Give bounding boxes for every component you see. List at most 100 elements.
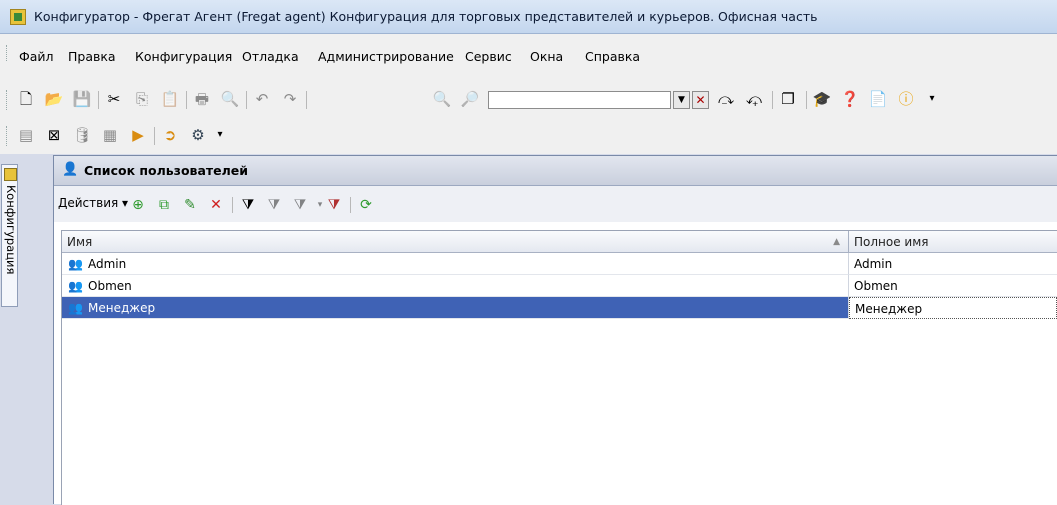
config-window-icon[interactable]: ▤ bbox=[16, 125, 36, 145]
menu-edit[interactable]: Правка bbox=[68, 49, 116, 64]
copy-item-icon[interactable]: ⧉ bbox=[154, 195, 174, 215]
cell-full-name[interactable]: Obmen bbox=[849, 275, 1057, 297]
column-header-name[interactable]: Имя ▲ bbox=[62, 231, 849, 253]
toolbar-more-icon[interactable]: ▾ bbox=[210, 125, 230, 145]
user-full-name: Менеджер bbox=[855, 302, 923, 316]
run-enterprise-icon[interactable]: ➲ bbox=[160, 125, 180, 145]
menu-debug[interactable]: Отладка bbox=[242, 49, 299, 64]
users-icon: 👤 bbox=[62, 162, 79, 177]
toolbar-more-icon[interactable]: ▾ bbox=[922, 89, 942, 109]
toolbar-separator bbox=[98, 91, 99, 109]
panel-title: Список пользователей bbox=[84, 163, 248, 178]
start-debug-icon[interactable]: ▶ bbox=[128, 125, 148, 145]
menu-file[interactable]: Файл bbox=[19, 49, 54, 64]
window-title: Конфигуратор - Фрегат Агент (Fregat agen… bbox=[34, 9, 818, 24]
filter-history-icon[interactable]: ⧩ bbox=[290, 195, 310, 215]
cell-name[interactable]: 👥 Менеджер bbox=[62, 297, 849, 319]
configuration-toolbar: ▤ ⊠ 🛢 ▦ ▶ ➲ ⚙ ▾ bbox=[0, 118, 1057, 154]
edit-icon[interactable]: ✎ bbox=[180, 195, 200, 215]
find-previous-icon[interactable]: ⤽ bbox=[744, 89, 764, 109]
undo-icon[interactable]: ↶ bbox=[252, 89, 272, 109]
users-table: Имя ▲ Полное имя 👥 Admin Admin 👥 Obmen O… bbox=[61, 230, 1057, 505]
toolbar-separator bbox=[186, 91, 187, 109]
help-contents-icon[interactable]: 🎓 bbox=[812, 89, 832, 109]
toolbar-separator bbox=[806, 91, 807, 109]
toolbar-separator bbox=[246, 91, 247, 109]
help-context-icon[interactable]: ❓ bbox=[840, 89, 860, 109]
app-logo-icon bbox=[10, 9, 26, 25]
toolbar-separator bbox=[154, 127, 155, 145]
toolbar-separator bbox=[772, 91, 773, 109]
menu-configuration[interactable]: Конфигурация bbox=[135, 49, 232, 64]
cell-full-name[interactable]: Менеджер bbox=[849, 297, 1057, 319]
sort-ascending-icon: ▲ bbox=[833, 237, 840, 247]
compare-config-icon[interactable]: ⊠ bbox=[44, 125, 64, 145]
table-row[interactable]: 👥 Obmen Obmen bbox=[62, 275, 1057, 297]
filter-by-value-icon[interactable]: ⧩ bbox=[264, 195, 284, 215]
search-input[interactable] bbox=[488, 91, 671, 109]
save-icon[interactable]: 💾 bbox=[72, 89, 92, 109]
user-name: Obmen bbox=[88, 279, 132, 293]
open-folder-icon[interactable]: 📂 bbox=[44, 89, 64, 109]
menu-grip bbox=[6, 45, 10, 61]
actions-menu-button[interactable]: Действия ▾ bbox=[58, 196, 128, 210]
column-header-label: Полное имя bbox=[854, 235, 929, 249]
new-document-icon[interactable]: 🗋 bbox=[16, 89, 36, 109]
toolbar-grip bbox=[6, 126, 10, 146]
clear-filter-icon[interactable]: ⧩ bbox=[324, 195, 344, 215]
database-icon[interactable]: 🛢 bbox=[72, 125, 92, 145]
paste-icon[interactable]: 📋 bbox=[160, 89, 180, 109]
user-icon: 👥 bbox=[68, 301, 83, 315]
menu-service[interactable]: Сервис bbox=[465, 49, 512, 64]
print-preview-icon[interactable]: 🔍 bbox=[220, 89, 240, 109]
redo-icon[interactable]: ↷ bbox=[280, 89, 300, 109]
debug-mode-icon[interactable]: ⚙ bbox=[188, 125, 208, 145]
cell-full-name[interactable]: Admin bbox=[849, 253, 1057, 275]
copy-icon[interactable]: ⎘ bbox=[132, 89, 152, 109]
clear-search-icon[interactable]: ✕ bbox=[692, 91, 709, 109]
menu-administration[interactable]: Администрирование bbox=[318, 49, 454, 64]
panel-header: 👤 Список пользователей bbox=[54, 156, 1057, 186]
table-row[interactable]: 👥 Admin Admin bbox=[62, 253, 1057, 275]
table-icon[interactable]: ▦ bbox=[100, 125, 120, 145]
about-info-icon[interactable]: ⓘ bbox=[896, 89, 916, 109]
user-full-name: Obmen bbox=[854, 279, 898, 293]
syntax-helper-icon[interactable]: 📄 bbox=[868, 89, 888, 109]
left-sidebar: Конфигурация bbox=[0, 155, 20, 504]
refresh-icon[interactable]: ⟳ bbox=[356, 195, 376, 215]
toolbar-separator bbox=[350, 197, 351, 213]
configuration-icon bbox=[4, 168, 17, 181]
actions-toolbar: Действия ▾ ⊕ ⧉ ✎ ✕ ⧩ ⧩ ⧩ ▾ ⧩ ⟳ bbox=[54, 186, 1057, 222]
users-list-panel: 👤 Список пользователей Действия ▾ ⊕ ⧉ ✎ … bbox=[53, 155, 1057, 505]
find-next-icon[interactable]: ⤼ bbox=[716, 89, 736, 109]
menu-windows[interactable]: Окна bbox=[530, 49, 563, 64]
delete-icon[interactable]: ✕ bbox=[206, 195, 226, 215]
zoom-icon[interactable]: 🔎 bbox=[460, 89, 480, 109]
user-name: Admin bbox=[88, 257, 127, 271]
toolbar-separator bbox=[306, 91, 307, 109]
cell-name[interactable]: 👥 Admin bbox=[62, 253, 849, 275]
toolbar-separator bbox=[232, 197, 233, 213]
search-dropdown-icon[interactable]: ▼ bbox=[673, 91, 690, 109]
toolbar-grip bbox=[6, 90, 10, 110]
menu-help[interactable]: Справка bbox=[585, 49, 640, 64]
title-bar: Конфигуратор - Фрегат Агент (Fregat agen… bbox=[0, 0, 1057, 34]
menu-bar: Файл Правка Конфигурация Отладка Админис… bbox=[0, 34, 1057, 82]
table-row-selected[interactable]: 👥 Менеджер Менеджер bbox=[62, 297, 1057, 319]
add-icon[interactable]: ⊕ bbox=[128, 195, 148, 215]
user-icon: 👥 bbox=[68, 257, 83, 271]
cell-name[interactable]: 👥 Obmen bbox=[62, 275, 849, 297]
column-header-full-name[interactable]: Полное имя bbox=[849, 231, 1057, 253]
print-icon[interactable]: 🖶 bbox=[192, 89, 212, 109]
find-icon[interactable]: 🔍 bbox=[432, 89, 452, 109]
column-header-label: Имя bbox=[67, 235, 93, 249]
user-name: Менеджер bbox=[88, 301, 156, 315]
standard-toolbar: 🗋 📂 💾 ✂ ⎘ 📋 🖶 🔍 ↶ ↷ 🔍 🔎 ▼ ✕ ⤼ ⤽ ❐ 🎓 ❓ 📄 … bbox=[0, 82, 1057, 118]
user-full-name: Admin bbox=[854, 257, 893, 271]
sidebar-tab-label: Конфигурация bbox=[4, 185, 18, 275]
windows-list-icon[interactable]: ❐ bbox=[778, 89, 798, 109]
set-filter-icon[interactable]: ⧩ bbox=[238, 195, 258, 215]
cut-icon[interactable]: ✂ bbox=[104, 89, 124, 109]
sidebar-tab-configuration[interactable]: Конфигурация bbox=[1, 164, 18, 307]
user-icon: 👥 bbox=[68, 279, 83, 293]
